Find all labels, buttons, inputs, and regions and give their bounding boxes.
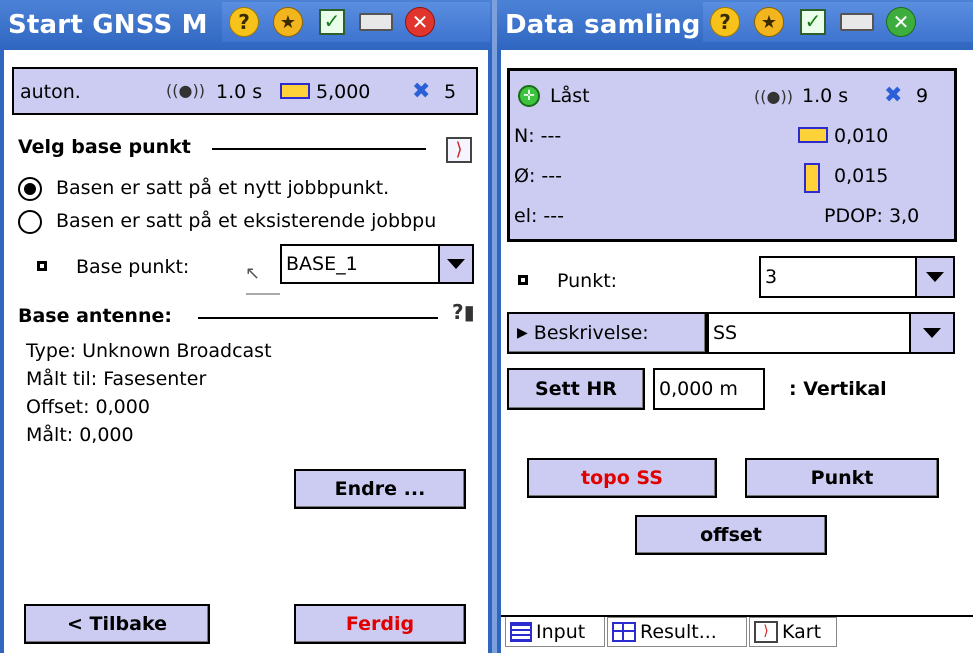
punkt-label: Punkt:	[557, 270, 618, 292]
bullet-icon	[518, 275, 528, 285]
beskrivelse-input[interactable]: SS	[707, 312, 911, 354]
set-hr-button[interactable]: Sett HR	[507, 368, 645, 410]
radio-new-point-label[interactable]: Basen er satt på et nytt jobbpunkt.	[56, 177, 389, 199]
radio-existing-point-label[interactable]: Basen er satt på et eksisterende jobbpu	[56, 210, 476, 232]
northing: N: ---	[514, 125, 562, 147]
easting: Ø: ---	[514, 165, 562, 187]
tab-map-label: Kart	[782, 621, 822, 643]
cursor-underline	[246, 293, 280, 295]
cursor-icon: ↖	[245, 263, 261, 284]
hr-input[interactable]: 0,000 m	[653, 368, 765, 410]
favorite-star-icon[interactable]: ★	[747, 2, 791, 42]
window-divider	[492, 0, 497, 653]
horizontal-precision: 0,010	[834, 125, 889, 147]
chevron-down-icon	[447, 259, 465, 269]
keyboard-icon[interactable]	[354, 2, 398, 42]
satellite-icon: ✖	[412, 79, 431, 104]
finish-button[interactable]: Ferdig	[294, 604, 466, 644]
base-point-dropdown[interactable]	[438, 244, 474, 284]
right-panel: Data samling ? ★ ✓ ✕ ✛ Låst ((●)) 1.0 s …	[497, 0, 973, 653]
lock-state: Låst	[550, 85, 590, 107]
radio-signal-icon: ((●))	[166, 81, 205, 100]
position-mode: auton.	[20, 81, 81, 103]
antenna-height-icon[interactable]: ?▮	[452, 300, 475, 324]
left-status-bar: auton. ((●)) 1.0 s 5,000 ✖ 5	[12, 67, 478, 115]
tab-result-label: Result...	[640, 621, 717, 643]
radio-existing-point[interactable]	[18, 210, 42, 234]
section-divider-antenna	[198, 317, 438, 319]
beskrivelse-label: Beskrivelse:	[533, 322, 649, 344]
bullet-icon	[37, 261, 47, 271]
right-window-title: Data samling	[505, 10, 701, 40]
right-toolbar-icons: ? ★ ✓ ✕	[703, 2, 973, 42]
offset-button[interactable]: offset	[635, 515, 827, 555]
close-icon[interactable]: ✕	[398, 2, 442, 42]
favorite-star-icon[interactable]: ★	[266, 2, 310, 42]
satellite-count: 9	[916, 85, 929, 107]
chevron-down-icon	[923, 328, 941, 338]
tab-input[interactable]: Input	[505, 617, 605, 647]
tab-result[interactable]: Result...	[607, 617, 747, 647]
help-icon[interactable]: ?	[222, 2, 266, 42]
keyboard-icon[interactable]	[835, 2, 879, 42]
radio-unchecked-icon[interactable]	[18, 210, 42, 234]
punkt-input[interactable]: 3	[759, 256, 917, 298]
interval-value: 1.0 s	[216, 81, 263, 103]
horizontal-precision-icon	[798, 127, 828, 143]
left-toolbar-icons: ? ★ ✓ ✕	[222, 2, 490, 42]
satellite-count: 5	[444, 81, 457, 103]
section-divider	[212, 148, 426, 150]
left-frame-left	[0, 50, 4, 653]
left-panel: Start GNSS M ? ★ ✓ ✕ auton. ((●)) 1.0 s …	[0, 0, 492, 653]
checklist-icon[interactable]: ✓	[310, 2, 354, 42]
checklist-icon[interactable]: ✓	[791, 2, 835, 42]
precision-value: 5,000	[316, 81, 371, 103]
tab-input-label: Input	[536, 620, 586, 643]
antenna-type: Type: Unknown Broadcast	[26, 340, 272, 362]
beskrivelse-button[interactable]: ▶ Beskrivelse:	[507, 312, 707, 354]
pdop: PDOP: 3,0	[824, 205, 920, 227]
hr-mode[interactable]: : Vertikal	[789, 378, 887, 400]
ok-icon[interactable]: ✕	[879, 2, 923, 42]
vertical-precision-icon	[804, 163, 820, 193]
section-title-base-point: Velg base punkt	[18, 136, 191, 158]
form-icon	[510, 621, 532, 642]
locked-target-icon: ✛	[518, 85, 540, 107]
map-select-icon[interactable]: ⟩	[446, 137, 472, 163]
table-icon	[612, 622, 636, 642]
interval-value: 1.0 s	[802, 85, 849, 107]
triangle-right-icon: ▶	[517, 325, 528, 341]
section-title-base-antenna: Base antenne:	[18, 305, 172, 327]
base-point-input[interactable]: BASE_1	[280, 244, 440, 284]
antenna-measured-to: Målt til: Fasesenter	[26, 368, 207, 390]
vertical-precision: 0,015	[834, 165, 889, 187]
right-status-panel: ✛ Låst ((●)) 1.0 s ✖ 9 N: --- 0,010 Ø: -…	[507, 68, 957, 242]
antenna-measured: Målt: 0,000	[26, 424, 134, 446]
antenna-offset: Offset: 0,000	[26, 396, 150, 418]
edit-button[interactable]: Endre ...	[294, 469, 466, 509]
satellite-icon: ✖	[884, 83, 903, 108]
right-frame-left	[497, 50, 501, 653]
base-point-label: Base punkt:	[76, 256, 190, 278]
beskrivelse-dropdown[interactable]	[909, 312, 955, 354]
back-button[interactable]: < Tilbake	[24, 604, 210, 644]
radio-checked-icon[interactable]	[18, 177, 42, 201]
topo-ss-button[interactable]: topo SS	[527, 458, 717, 498]
elevation: el: ---	[514, 205, 564, 227]
radio-new-point[interactable]	[18, 177, 42, 201]
left-window-title: Start GNSS M	[8, 10, 208, 40]
tab-map[interactable]: ⟩ Kart	[749, 617, 837, 647]
help-icon[interactable]: ?	[703, 2, 747, 42]
precision-ruler-icon	[280, 83, 310, 99]
chevron-down-icon	[926, 272, 944, 282]
map-icon: ⟩	[754, 621, 778, 643]
punkt-dropdown[interactable]	[915, 256, 955, 298]
radio-signal-icon: ((●))	[754, 87, 793, 106]
punkt-button[interactable]: Punkt	[745, 458, 939, 498]
